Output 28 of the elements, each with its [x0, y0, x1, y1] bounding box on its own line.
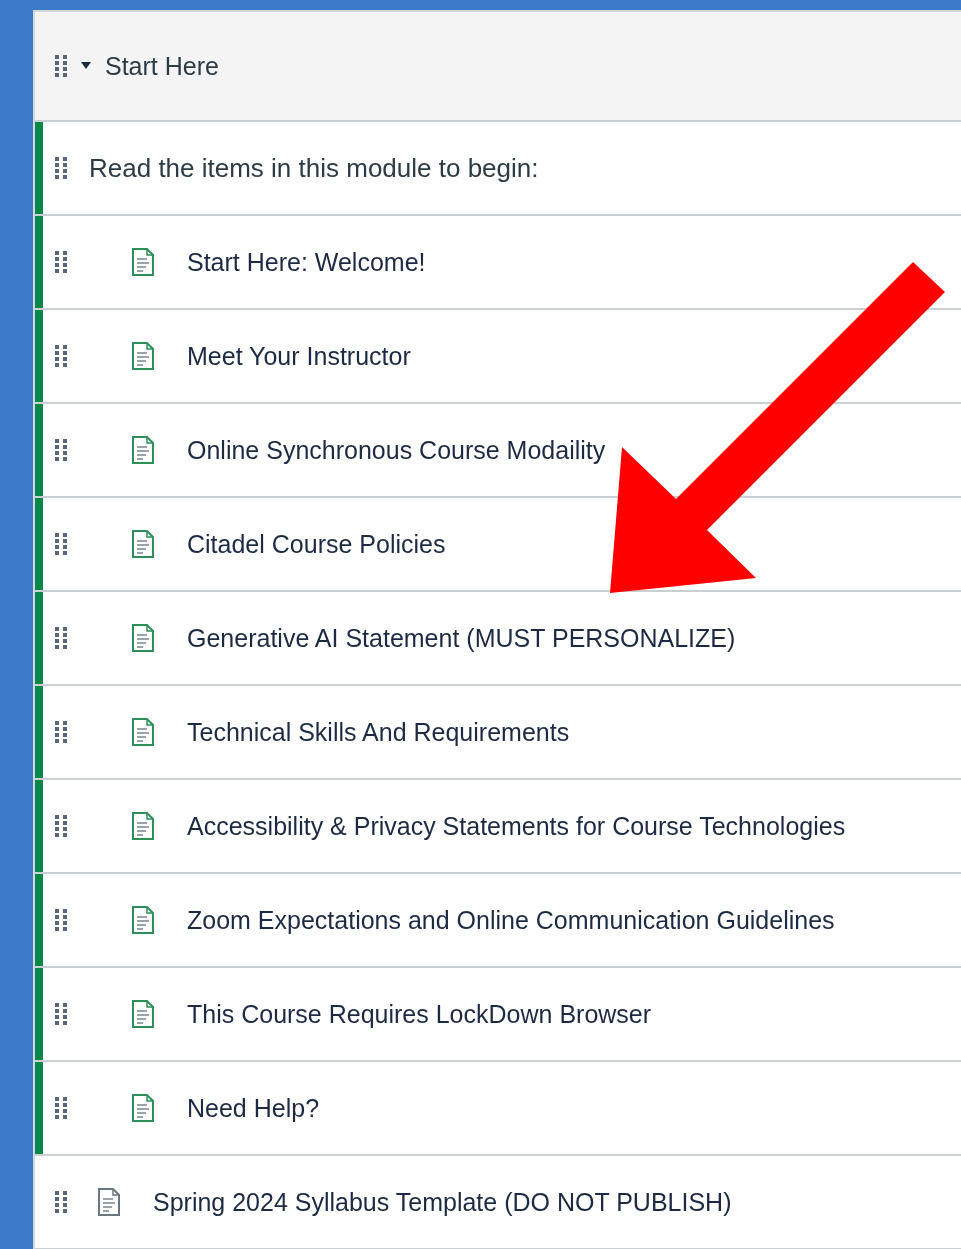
page-link[interactable]: Spring 2024 Syllabus Template (DO NOT PUBLISH) — [153, 1187, 732, 1217]
page-link[interactable]: This Course Requires LockDown Browser — [187, 999, 652, 1029]
page-link[interactable]: Meet Your Instructor — [187, 341, 411, 371]
page-link[interactable]: Technical Skills And Requirements — [187, 717, 570, 747]
drag-handle-icon[interactable] — [55, 344, 67, 368]
drag-handle-icon[interactable] — [55, 532, 67, 556]
drag-handle-icon[interactable] — [55, 156, 67, 180]
page-link[interactable]: Citadel Course Policies — [187, 529, 446, 559]
drag-handle-icon[interactable] — [55, 54, 67, 78]
subheader-text: Read the items in this module to begin: — [89, 152, 539, 184]
module-header[interactable]: Start Here — [35, 12, 961, 122]
module-title: Start Here — [105, 51, 219, 81]
drag-handle-icon[interactable] — [55, 814, 67, 838]
drag-handle-icon[interactable] — [55, 1096, 67, 1120]
drag-handle-icon[interactable] — [55, 438, 67, 462]
page-link[interactable]: Need Help? — [187, 1093, 320, 1123]
drag-handle-icon[interactable] — [55, 626, 67, 650]
page-link[interactable]: Start Here: Welcome! — [187, 247, 426, 277]
drag-handle-icon[interactable] — [55, 1190, 67, 1214]
drag-handle-icon[interactable] — [55, 1002, 67, 1026]
drag-handle-icon[interactable] — [55, 720, 67, 744]
caret-down-icon[interactable] — [81, 62, 91, 70]
page-link[interactable]: Online Synchronous Course Modaility — [187, 435, 606, 465]
page-link[interactable]: Accessibility & Privacy Statements for Course Technologies — [187, 811, 846, 841]
drag-handle-icon[interactable] — [55, 250, 67, 274]
page-link[interactable]: Zoom Expectations and Online Communication Guidelines — [187, 905, 835, 935]
page-link[interactable]: Generative AI Statement (MUST PERSONALIZE) — [187, 623, 736, 653]
drag-handle-icon[interactable] — [55, 908, 67, 932]
